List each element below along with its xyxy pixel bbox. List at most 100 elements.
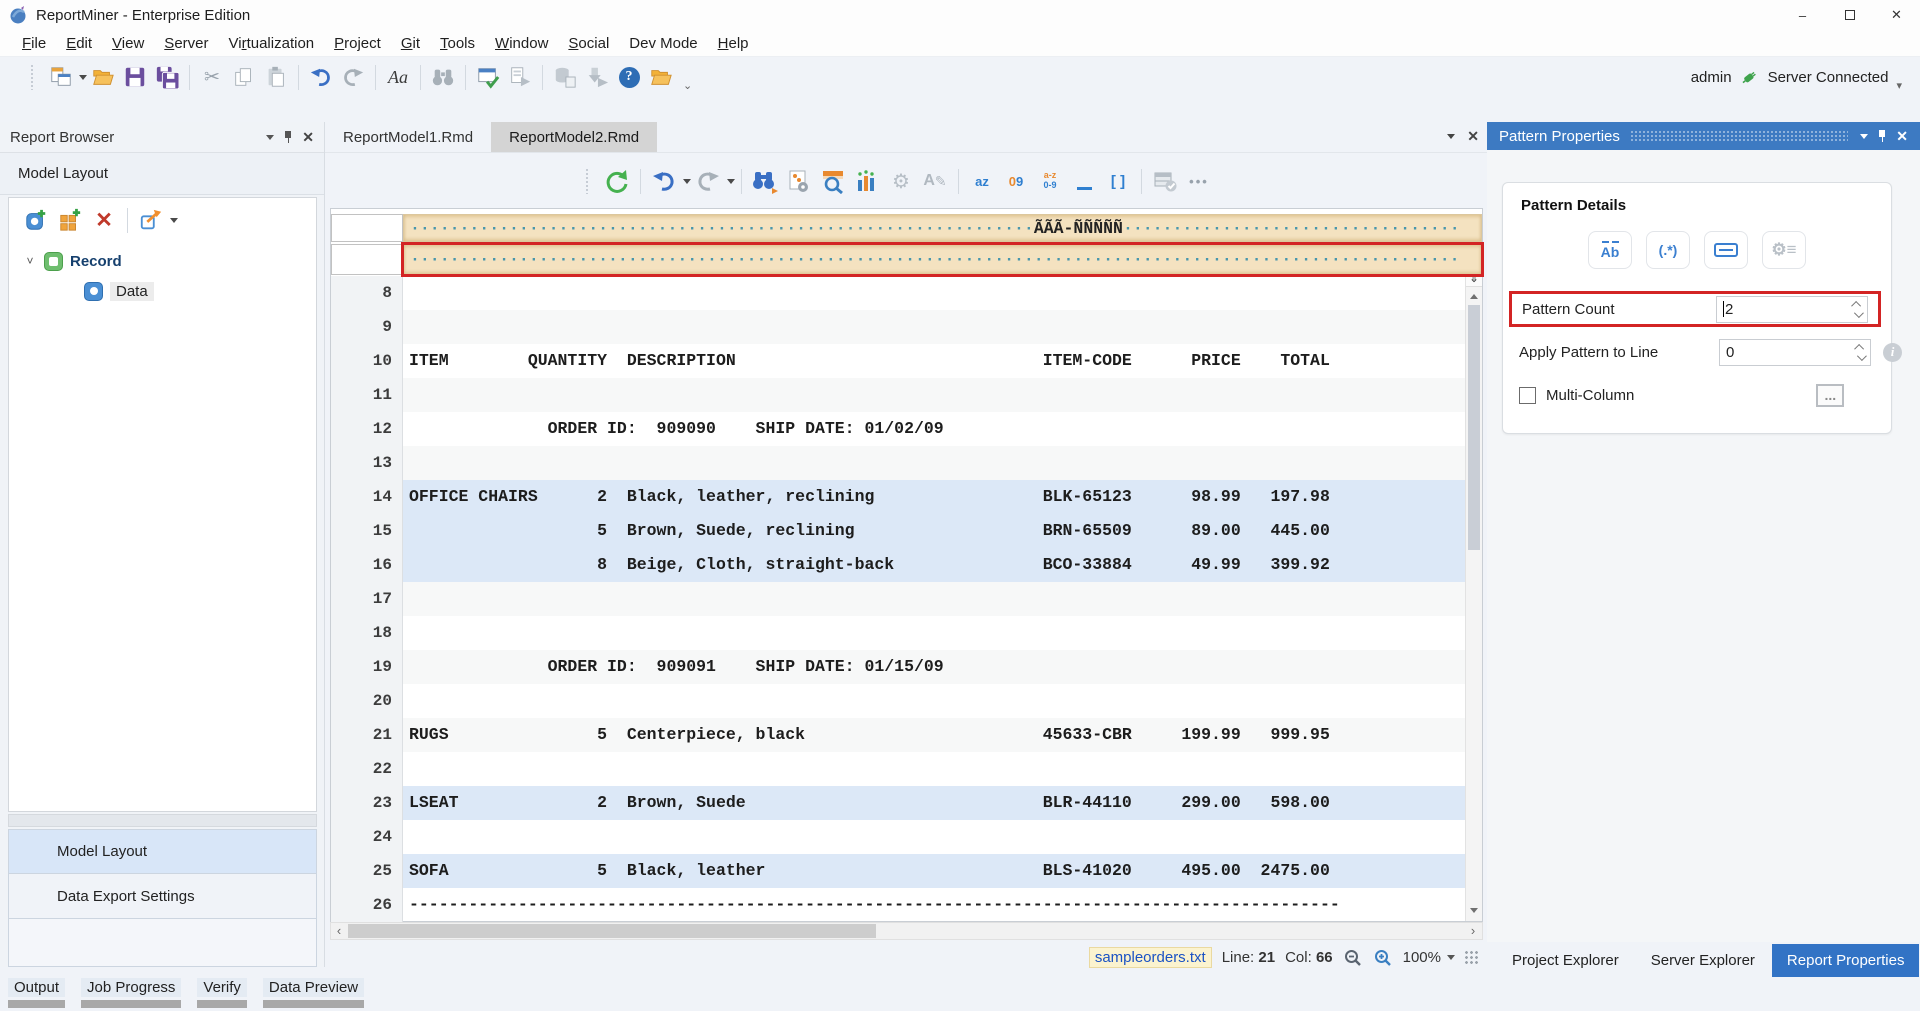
panel-menu-chevron-icon[interactable] [266, 135, 274, 144]
close-panel-icon[interactable]: ✕ [302, 129, 314, 146]
num-09-icon[interactable]: 09 [1001, 166, 1031, 196]
tool-tab-verify[interactable]: Verify [197, 978, 247, 1008]
tree-node-record[interactable]: ˅Record [9, 246, 316, 276]
search-pattern-icon[interactable] [818, 166, 848, 196]
report-line-21[interactable]: 21RUGS 5 Centerpiece, black 45633-CBR 19… [331, 718, 1482, 752]
tab-reportmodel2.rmd[interactable]: ReportModel2.Rmd [491, 122, 657, 152]
report-line-25[interactable]: 25SOFA 5 Black, leather BLS-41020 495.00… [331, 854, 1482, 888]
resize-grip[interactable] [1465, 951, 1479, 965]
source-file-name[interactable]: sampleorders.txt [1089, 947, 1212, 968]
refresh-icon[interactable] [602, 166, 632, 196]
paste-database-icon[interactable] [551, 63, 579, 91]
report-line-22[interactable]: 22 [331, 752, 1482, 786]
alnum-icon[interactable]: a-z0-9 [1035, 166, 1065, 196]
undo-icon[interactable] [307, 63, 335, 91]
undo-icon[interactable] [649, 166, 679, 196]
tool-tab-output[interactable]: Output [8, 978, 65, 1008]
pin-icon[interactable] [1878, 130, 1886, 142]
pattern-row[interactable]: ········································… [331, 214, 1482, 242]
pattern-count-spinner[interactable] [1849, 298, 1865, 321]
report-line-10[interactable]: 10ITEM QUANTITY DESCRIPTION ITEM-CODE PR… [331, 344, 1482, 378]
run-document-icon[interactable] [506, 63, 534, 91]
font-edit-icon[interactable]: A✎ [920, 166, 950, 196]
zoom-out-icon[interactable] [1343, 948, 1363, 968]
menu-dev-mode[interactable]: Dev Mode [619, 32, 707, 55]
report-line-24[interactable]: 24 [331, 820, 1482, 854]
redo-dropdown-icon[interactable] [727, 179, 735, 188]
tree-node-data[interactable]: Data [9, 276, 316, 306]
menu-server[interactable]: Server [154, 32, 218, 55]
import-run-icon[interactable] [583, 63, 611, 91]
menu-file[interactable]: File [12, 32, 56, 55]
browse-folder-icon[interactable] [647, 63, 675, 91]
text-az-icon[interactable]: az [967, 166, 997, 196]
find-blue-icon[interactable] [750, 166, 780, 196]
report-line-17[interactable]: 17 [331, 582, 1482, 616]
pattern-row[interactable]: ········································… [331, 244, 1482, 275]
panel-splitter[interactable] [8, 814, 317, 827]
report-line-20[interactable]: 20 [331, 684, 1482, 718]
vertical-scrollbar[interactable]: ⇕ [1465, 269, 1482, 921]
tool-tab-data-preview[interactable]: Data Preview [263, 978, 364, 1008]
toolbar-right-overflow-icon[interactable]: ▾ [1896, 79, 1902, 92]
pattern-count-input[interactable]: 2 [1716, 296, 1868, 323]
delete-region-icon[interactable]: ✕ [89, 205, 119, 235]
brackets-icon[interactable]: [ ] [1103, 166, 1133, 196]
add-collection-region-icon[interactable] [55, 205, 85, 235]
field-settings-icon[interactable] [784, 166, 814, 196]
new-report-icon[interactable] [47, 63, 75, 91]
verify-window-icon[interactable] [474, 63, 502, 91]
report-line-15[interactable]: 15 5 Brown, Suede, reclining BRN-65509 8… [331, 514, 1482, 548]
apply-pattern-spinner[interactable] [1852, 341, 1868, 364]
pin-icon[interactable] [284, 131, 292, 143]
zoom-level[interactable]: 100% [1403, 949, 1455, 966]
report-line-26[interactable]: 26--------------------------------------… [331, 888, 1482, 922]
menu-project[interactable]: Project [324, 32, 391, 55]
close-document-icon[interactable]: ✕ [1467, 128, 1479, 145]
table-verify-icon[interactable] [1150, 166, 1180, 196]
tab-reportmodel1.rmd[interactable]: ReportModel1.Rmd [325, 122, 491, 152]
redo-icon[interactable] [693, 166, 723, 196]
auto-gear-icon[interactable]: ⚙ [886, 166, 916, 196]
add-data-region-icon[interactable] [21, 205, 51, 235]
undo-dropdown-icon[interactable] [683, 179, 691, 188]
toolbar-grip[interactable] [30, 64, 35, 90]
report-line-18[interactable]: 18 [331, 616, 1482, 650]
open-file-icon[interactable] [89, 63, 117, 91]
dock-tab-project-explorer[interactable]: Project Explorer [1497, 944, 1634, 977]
chevron-down-icon[interactable]: ˅ [23, 254, 37, 268]
regex-pattern-button[interactable]: (.*) [1646, 231, 1690, 269]
scroll-down-arrow[interactable] [1466, 905, 1482, 919]
zoom-in-icon[interactable] [1373, 948, 1393, 968]
redo-icon[interactable] [339, 63, 367, 91]
tab-list-chevron-icon[interactable] [1447, 134, 1455, 143]
report-line-14[interactable]: 14OFFICE CHAIRS 2 Black, leather, reclin… [331, 480, 1482, 514]
nav-data-export-settings[interactable]: Data Export Settings [8, 874, 317, 919]
find-icon[interactable] [429, 63, 457, 91]
font-case-icon[interactable]: Aa [384, 63, 412, 91]
menu-window[interactable]: Window [485, 32, 558, 55]
maximize-button[interactable] [1826, 0, 1873, 30]
pattern-content[interactable]: ········································… [403, 214, 1482, 242]
menu-help[interactable]: Help [708, 32, 759, 55]
multi-column-browse-button[interactable]: ... [1816, 384, 1844, 407]
menu-tools[interactable]: Tools [430, 32, 485, 55]
menu-git[interactable]: Git [391, 32, 430, 55]
panel-menu-chevron-icon[interactable] [1860, 134, 1868, 143]
menu-virtualization[interactable]: Virtualization [219, 32, 325, 55]
minimize-button[interactable]: – [1779, 0, 1826, 30]
save-all-icon[interactable] [153, 63, 181, 91]
apply-pattern-input[interactable]: 0 i [1719, 339, 1871, 366]
report-line-9[interactable]: 9 [331, 310, 1482, 344]
dock-tab-server-explorer[interactable]: Server Explorer [1636, 944, 1770, 977]
export-model-dropdown-icon[interactable] [170, 218, 178, 227]
menu-social[interactable]: Social [558, 32, 619, 55]
copy-icon[interactable] [230, 63, 258, 91]
dock-tab-report-properties[interactable]: Report Properties [1772, 944, 1920, 977]
close-panel-icon[interactable]: ✕ [1896, 128, 1908, 145]
report-line-12[interactable]: 12 ORDER ID: 909090 SHIP DATE: 01/02/09 [331, 412, 1482, 446]
toolbar-overflow-icon[interactable]: ⌄ [683, 79, 692, 92]
scroll-up-arrow[interactable] [1466, 287, 1482, 301]
nav-model-layout[interactable]: Model Layout [8, 829, 317, 874]
new-report-dropdown-icon[interactable] [79, 75, 87, 84]
